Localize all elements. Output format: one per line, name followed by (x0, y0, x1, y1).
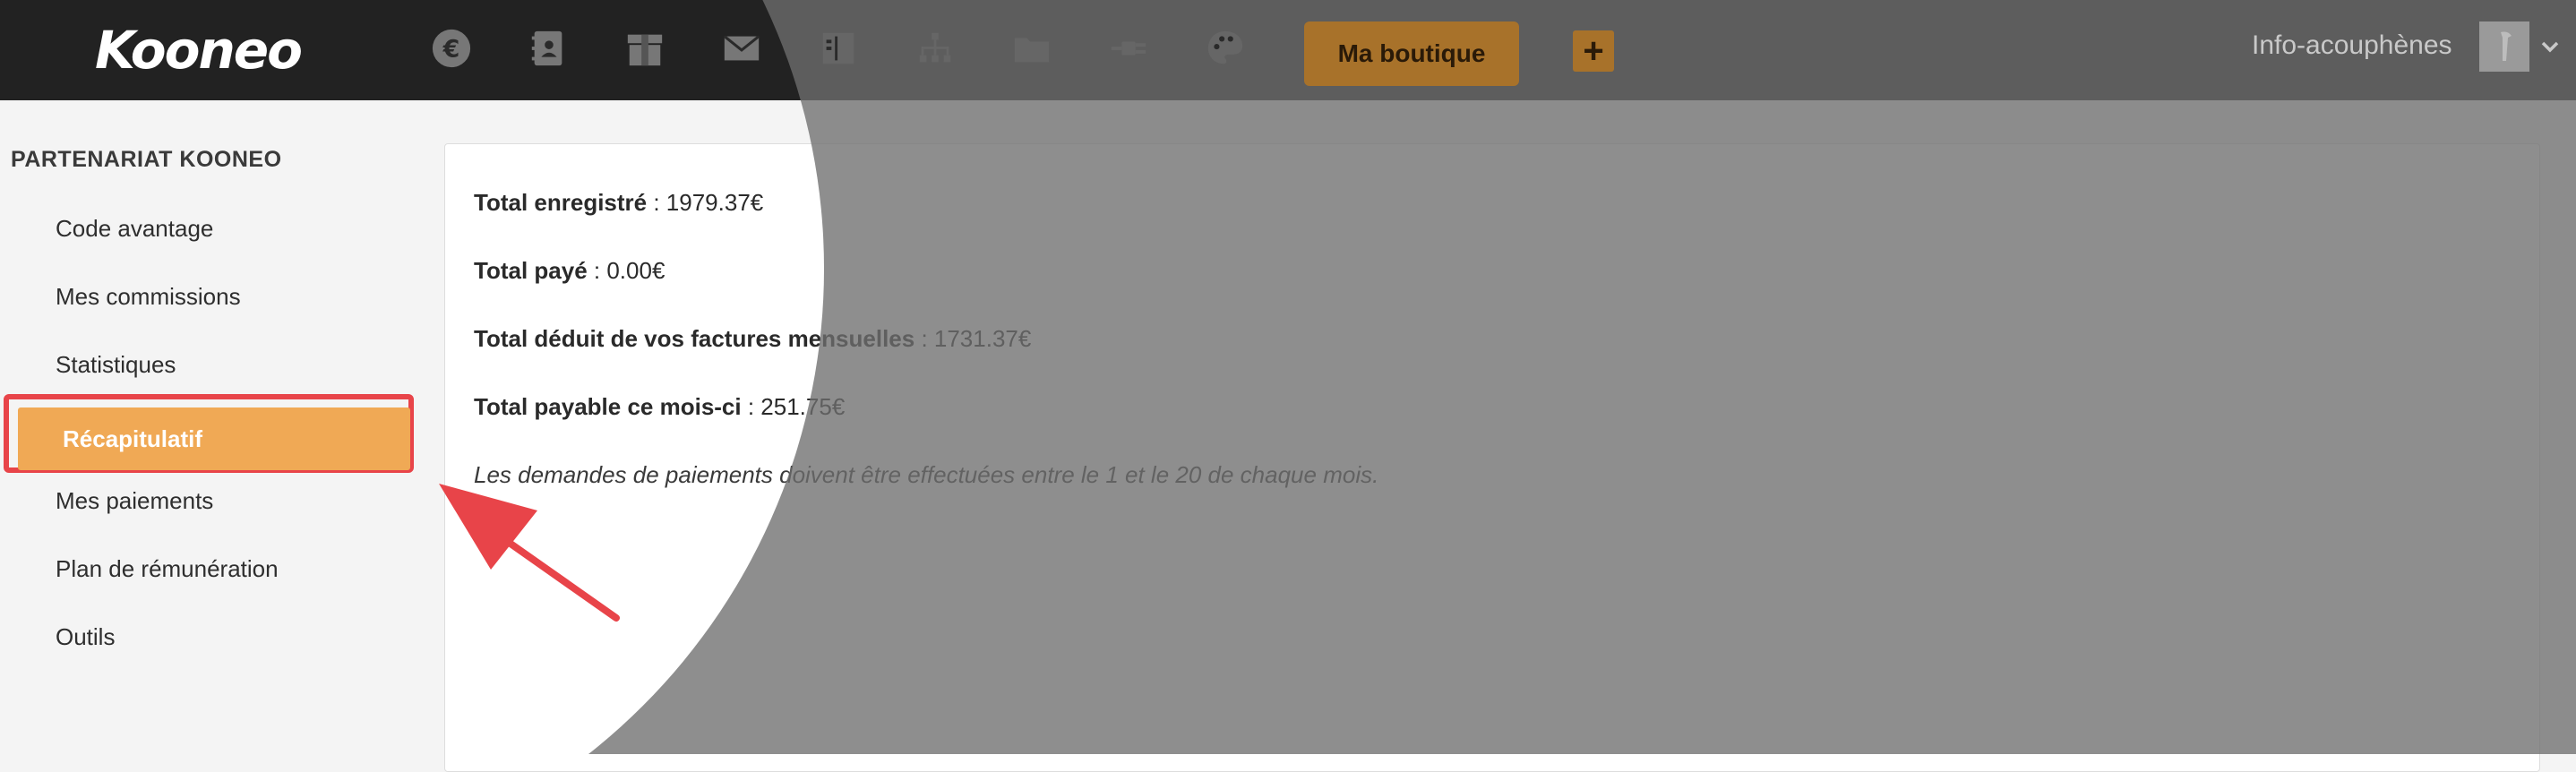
sidebar-item-mes-paiements[interactable]: Mes paiements (56, 487, 213, 515)
box-icon[interactable] (622, 25, 668, 72)
folder-icon[interactable] (1009, 25, 1055, 72)
palette-icon[interactable] (1202, 25, 1249, 72)
mail-icon[interactable] (718, 25, 765, 72)
total-paid-label: Total payé (474, 257, 588, 284)
euro-icon[interactable]: € (428, 25, 475, 72)
avatar-image-icon (2479, 21, 2529, 72)
sidebar-item-plan-de-remuneration[interactable]: Plan de rémunération (56, 555, 279, 583)
payment-note: Les demandes de paiements doivent être e… (474, 461, 1379, 488)
total-deducted-value: : 1731.37€ (914, 325, 1032, 352)
total-deducted-row: Total déduit de vos factures mensuelles … (474, 325, 1031, 353)
sidebar-item-highlight: Récapitulatif (4, 394, 414, 473)
top-bar (0, 0, 2576, 100)
total-registered-value: : 1979.37€ (647, 189, 764, 216)
sidebar-title: PARTENARIAT KOONEO (11, 147, 282, 172)
sidebar-item-recapitulatif[interactable]: Récapitulatif (18, 407, 410, 470)
total-payable-row: Total payable ce mois-ci : 251.75€ (474, 393, 845, 421)
total-registered-row: Total enregistré : 1979.37€ (474, 189, 763, 217)
sidebar-item-mes-commissions[interactable]: Mes commissions (56, 283, 241, 311)
total-registered-label: Total enregistré (474, 189, 648, 216)
sidebar-item-code-avantage[interactable]: Code avantage (56, 215, 213, 243)
total-payable-value: : 251.75€ (741, 393, 846, 420)
svg-text:€: € (442, 36, 460, 64)
user-menu-name[interactable]: Info-acouphènes (2252, 30, 2452, 61)
total-paid-row: Total payé : 0.00€ (474, 257, 665, 285)
contacts-icon[interactable] (525, 25, 571, 72)
kooneo-logo[interactable]: Kooneo (95, 20, 303, 81)
sidebar-item-label: Récapitulatif (63, 425, 203, 452)
total-paid-value: : 0.00€ (587, 257, 665, 284)
shop-button[interactable]: Ma boutique (1304, 21, 1519, 86)
sidebar-item-outils[interactable]: Outils (56, 623, 115, 651)
avatar[interactable] (2479, 21, 2529, 72)
layout-icon[interactable] (815, 25, 862, 72)
total-payable-label: Total payable ce mois-ci (474, 393, 742, 420)
sidebar: PARTENARIAT KOONEO Code avantage Mes com… (0, 100, 421, 754)
main-nav: € (428, 25, 1249, 72)
plug-icon[interactable] (1105, 25, 1152, 72)
add-button[interactable]: + (1573, 30, 1614, 72)
sitemap-icon[interactable] (912, 25, 958, 72)
sidebar-item-statistiques[interactable]: Statistiques (56, 351, 176, 379)
total-deducted-label: Total déduit de vos factures mensuelles (474, 325, 915, 352)
summary-panel: Total enregistré : 1979.37€ Total payé :… (444, 143, 2540, 772)
chevron-down-icon[interactable] (2540, 39, 2560, 58)
